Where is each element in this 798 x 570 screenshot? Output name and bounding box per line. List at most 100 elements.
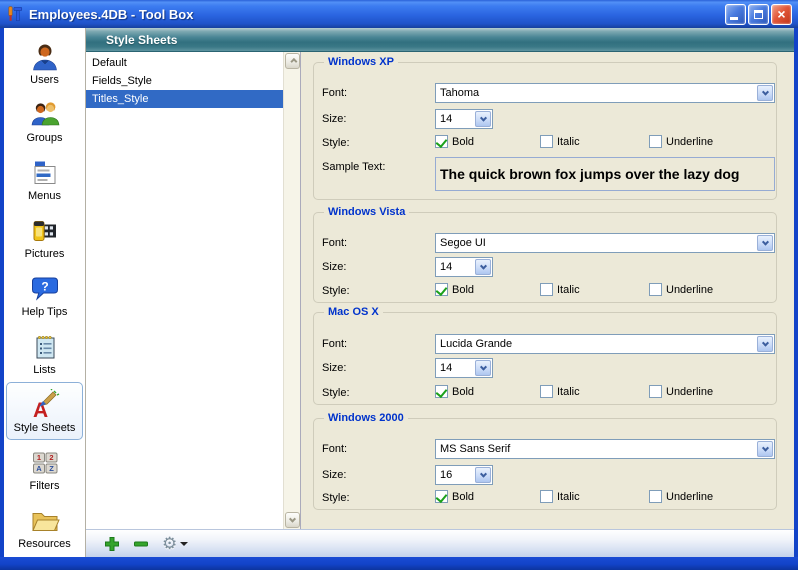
italic-checkbox[interactable]: Italic — [540, 385, 580, 398]
options-button[interactable]: ⚙ — [162, 535, 188, 552]
scroll-down-button[interactable] — [285, 512, 300, 528]
size-value: 14 — [440, 261, 452, 273]
combo-arrow-button — [475, 111, 491, 127]
remove-button[interactable] — [133, 536, 149, 552]
sidebar-item-label: Style Sheets — [14, 422, 76, 434]
bold-checkbox[interactable]: Bold — [435, 135, 474, 148]
font-label: Font: — [322, 338, 347, 350]
sidebar-item-users[interactable]: Users — [6, 34, 83, 92]
italic-checkbox[interactable]: Italic — [540, 490, 580, 503]
section-windows-xp: Windows XP Font: Tahoma Size: 14 — [313, 62, 777, 200]
underline-checkbox[interactable]: Underline — [649, 385, 713, 398]
sidebar-item-label: Menus — [28, 190, 61, 202]
maximize-icon — [754, 10, 763, 19]
sidebar-item-groups[interactable]: Groups — [6, 92, 83, 150]
toolbox-window: Employees.4DB - Tool Box × User — [0, 0, 798, 570]
svg-text:2: 2 — [49, 453, 53, 462]
font-combobox[interactable]: Lucida Grande — [435, 334, 775, 354]
list-scrollbar[interactable] — [283, 52, 300, 529]
section-windows-2000: Windows 2000 Font: MS Sans Serif Size: 1… — [313, 418, 777, 510]
sidebar-item-label: Filters — [30, 480, 60, 492]
checkbox-box — [649, 135, 662, 148]
chevron-down-icon — [479, 470, 486, 477]
size-combobox[interactable]: 16 — [435, 465, 493, 485]
size-combobox[interactable]: 14 — [435, 109, 493, 129]
size-label: Size: — [322, 362, 346, 374]
chevron-down-icon — [761, 444, 768, 451]
chevron-down-icon — [761, 238, 768, 245]
close-button[interactable]: × — [771, 4, 792, 25]
sidebar-item-label: Help Tips — [22, 306, 68, 318]
checkbox-box — [435, 385, 448, 398]
font-label: Font: — [322, 87, 347, 99]
list-item-default[interactable]: Default — [86, 54, 283, 72]
toolbox-icon[interactable] — [6, 5, 24, 23]
list-toolbar: ⚙ — [86, 529, 794, 557]
list-item-fields-style[interactable]: Fields_Style — [86, 72, 283, 90]
sidebar-item-label: Resources — [18, 538, 71, 550]
pane-header: Style Sheets — [86, 28, 794, 52]
sidebar-item-help-tips[interactable]: ? Help Tips — [6, 266, 83, 324]
size-combobox[interactable]: 14 — [435, 358, 493, 378]
window-title: Employees.4DB - Tool Box — [29, 7, 725, 22]
maximize-button[interactable] — [748, 4, 769, 25]
window-content: Users Groups — [4, 28, 794, 557]
chevron-down-icon — [761, 339, 768, 346]
underline-checkbox[interactable]: Underline — [649, 283, 713, 296]
sidebar-item-lists[interactable]: Lists — [6, 324, 83, 382]
checkbox-label: Bold — [452, 136, 474, 148]
sidebar-item-label: Pictures — [25, 248, 65, 260]
underline-checkbox[interactable]: Underline — [649, 490, 713, 503]
lists-icon — [29, 331, 61, 363]
bold-checkbox[interactable]: Bold — [435, 283, 474, 296]
add-button[interactable] — [104, 536, 120, 552]
checkbox-box — [540, 135, 553, 148]
sidebar-item-pictures[interactable]: Pictures — [6, 208, 83, 266]
size-value: 14 — [440, 113, 452, 125]
sidebar-item-menus[interactable]: Menus — [6, 150, 83, 208]
minus-icon — [133, 536, 149, 552]
checkbox-label: Underline — [666, 491, 713, 503]
list-item-titles-style[interactable]: Titles_Style — [86, 90, 283, 108]
checkbox-box — [540, 385, 553, 398]
bold-checkbox[interactable]: Bold — [435, 385, 474, 398]
checkbox-label: Italic — [557, 136, 580, 148]
style-label: Style: — [322, 285, 350, 297]
section-mac-os-x: Mac OS X Font: Lucida Grande Size: 14 — [313, 312, 777, 405]
checkbox-box — [649, 385, 662, 398]
combo-arrow-button — [757, 441, 773, 457]
menus-icon — [29, 157, 61, 189]
size-combobox[interactable]: 14 — [435, 257, 493, 277]
svg-text:A: A — [36, 464, 42, 473]
sidebar-item-resources[interactable]: Resources — [6, 498, 83, 556]
sidebar-item-label: Users — [30, 74, 59, 86]
font-combobox[interactable]: Tahoma — [435, 83, 775, 103]
sidebar-item-filters[interactable]: 1 2 A Z Filters — [6, 440, 83, 498]
size-label: Size: — [322, 113, 346, 125]
section-title: Windows Vista — [324, 206, 409, 218]
sidebar: Users Groups — [4, 28, 86, 557]
size-value: 14 — [440, 362, 452, 374]
bold-checkbox[interactable]: Bold — [435, 490, 474, 503]
chevron-down-icon — [479, 363, 486, 370]
italic-checkbox[interactable]: Italic — [540, 283, 580, 296]
underline-checkbox[interactable]: Underline — [649, 135, 713, 148]
checkbox-box — [649, 490, 662, 503]
checkbox-label: Underline — [666, 386, 713, 398]
sidebar-item-style-sheets[interactable]: A Style Sheets — [6, 382, 83, 440]
italic-checkbox[interactable]: Italic — [540, 135, 580, 148]
font-combobox[interactable]: Segoe UI — [435, 233, 775, 253]
checkbox-label: Underline — [666, 136, 713, 148]
font-combobox[interactable]: MS Sans Serif — [435, 439, 775, 459]
sample-text-box: The quick brown fox jumps over the lazy … — [435, 157, 775, 191]
section-title: Windows 2000 — [324, 412, 408, 424]
scroll-up-button[interactable] — [285, 53, 300, 69]
checkbox-label: Italic — [557, 491, 580, 503]
font-value: MS Sans Serif — [440, 443, 510, 455]
minimize-button[interactable] — [725, 4, 746, 25]
chevron-down-icon — [479, 262, 486, 269]
style-label: Style: — [322, 492, 350, 504]
font-label: Font: — [322, 237, 347, 249]
window-border-bottom — [0, 557, 798, 570]
checkbox-label: Bold — [452, 491, 474, 503]
